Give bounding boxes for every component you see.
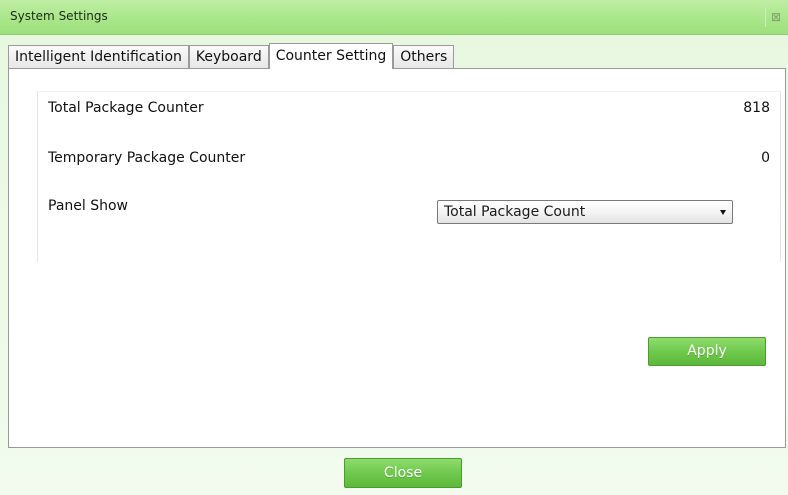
panel-show-selected-value: Total Package Count [444,204,586,220]
close-icon[interactable]: ⊠ [765,7,786,27]
counter-group: Total Package Counter 818 Temporary Pack… [37,91,781,262]
temporary-package-counter-value: 0 [761,150,770,166]
total-package-counter-label: Total Package Counter [48,100,204,116]
chevron-down-icon [720,210,726,215]
tab-others[interactable]: Others [393,45,455,69]
panel-show-select[interactable]: Total Package Count [437,200,733,224]
temporary-package-counter-label: Temporary Package Counter [48,150,246,166]
system-settings-window: System Settings ⊠ Intelligent Identifica… [0,0,788,495]
tab-intelligent-identification[interactable]: Intelligent Identification [8,45,189,69]
tab-strip: Intelligent Identification Keyboard Coun… [8,43,788,69]
tab-counter-setting[interactable]: Counter Setting [268,43,394,69]
apply-button[interactable]: Apply [648,337,766,366]
title-bar[interactable]: System Settings ⊠ [0,0,788,35]
tab-keyboard[interactable]: Keyboard [188,45,269,69]
counter-setting-panel: Total Package Counter 818 Temporary Pack… [8,68,786,448]
close-button[interactable]: Close [344,458,462,488]
total-package-counter-value: 818 [743,100,770,116]
window-title: System Settings [10,9,108,23]
panel-show-label: Panel Show [48,198,128,214]
